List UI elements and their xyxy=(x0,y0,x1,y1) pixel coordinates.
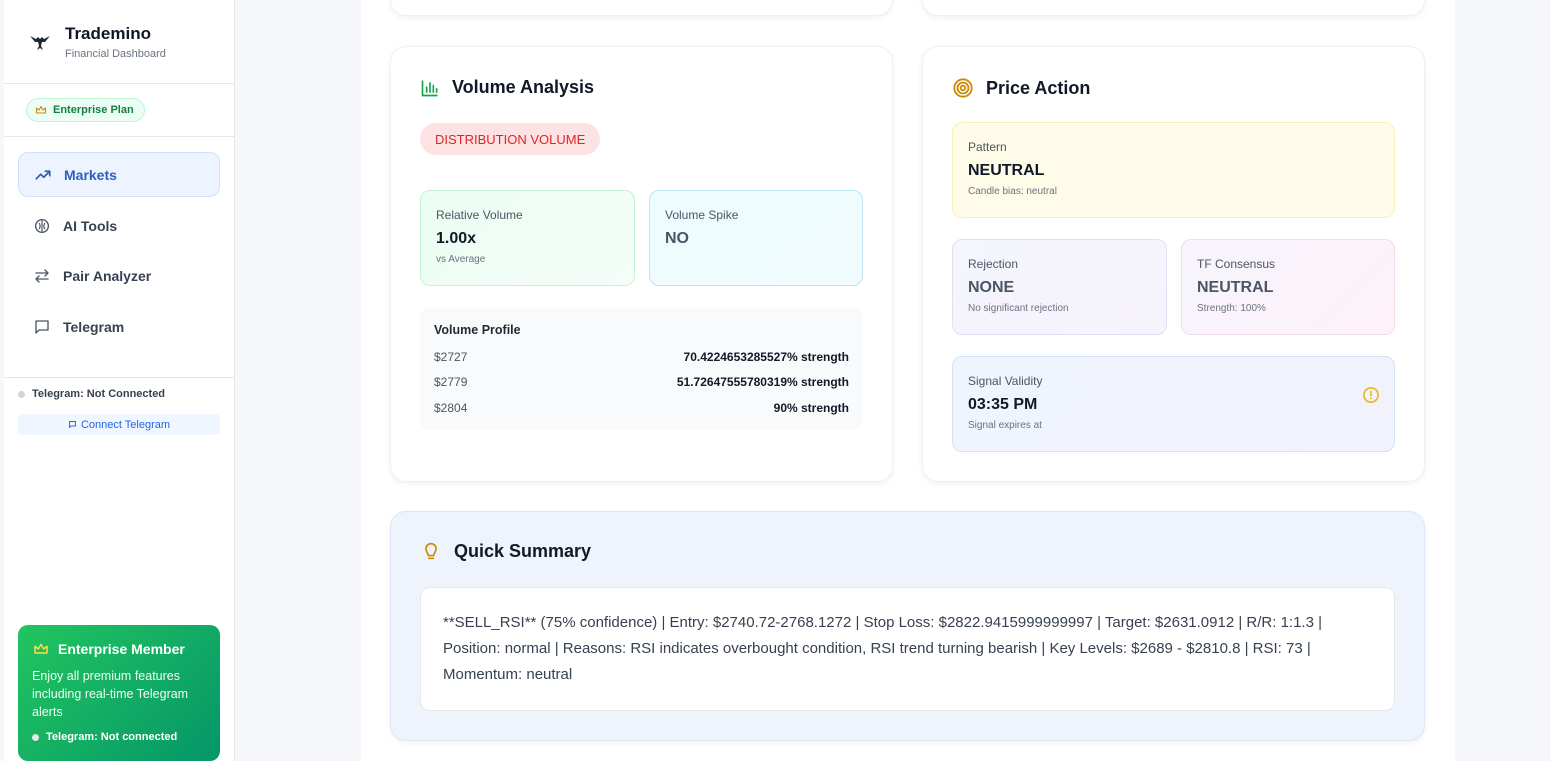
card-title: Volume Analysis xyxy=(420,77,594,98)
metric-label: Rejection xyxy=(968,257,1019,271)
app-subtitle: Financial Dashboard xyxy=(65,48,166,60)
list-item: $2727 70.4224653285527% strength xyxy=(434,344,849,370)
sidebar-item-markets[interactable]: Markets xyxy=(18,152,220,197)
sidebar-item-label: Markets xyxy=(64,166,117,183)
divider xyxy=(4,83,235,84)
profile-strength: 51.72647555780319% strength xyxy=(676,375,849,390)
metric-value: 03:35 PM xyxy=(968,396,1038,413)
profile-strength: 90% strength xyxy=(773,400,849,415)
status-dot xyxy=(32,733,39,741)
member-card-title: Enterprise Member xyxy=(58,641,185,657)
price-action-card: Price Action Pattern NEUTRAL Candle bias… xyxy=(922,46,1425,482)
volume-spike-metric: Volume Spike NO xyxy=(649,190,863,286)
quick-summary-card: Quick Summary **SELL_RSI** (75% confiden… xyxy=(390,511,1425,741)
app-name: Trademino xyxy=(65,24,151,43)
metric-value: NEUTRAL xyxy=(1197,279,1274,296)
volume-profile-title: Volume Profile xyxy=(434,323,521,337)
lightbulb-icon xyxy=(425,542,437,560)
volume-profile: Volume Profile $2727 70.4224653285527% s… xyxy=(420,308,863,430)
sidebar-item-pair-analyzer[interactable]: Pair Analyzer xyxy=(18,253,220,298)
divider xyxy=(4,136,235,137)
volume-analysis-card: Volume Analysis DISTRIBUTION VOLUME Rela… xyxy=(390,46,893,482)
sidebar-item-telegram[interactable]: Telegram xyxy=(18,304,220,349)
quick-summary-title: Quick Summary xyxy=(454,540,592,561)
message-square-icon xyxy=(35,319,49,334)
crown-icon xyxy=(34,643,48,654)
signal-validity-metric: Signal Validity 03:35 PM Signal expires … xyxy=(952,356,1395,452)
metric-value: NONE xyxy=(968,279,1015,296)
summary-text: **SELL_RSI** (75% confidence) | Entry: $… xyxy=(420,587,1395,711)
metric-label: Pattern xyxy=(968,140,1007,154)
sidebar-item-label: AI Tools xyxy=(63,217,118,234)
sidebar-item-label: Pair Analyzer xyxy=(63,267,152,284)
profile-price: $2727 xyxy=(434,349,468,364)
metric-label: Volume Spike xyxy=(665,208,739,222)
rejection-metric: Rejection NONE No significant rejection xyxy=(952,239,1167,335)
metric-sub: Candle bias: neutral xyxy=(968,186,1057,197)
profile-price: $2779 xyxy=(434,375,468,390)
trending-up-icon xyxy=(35,169,51,180)
telegram-status-text: Telegram: Not Connected xyxy=(32,388,166,400)
member-card-status: Telegram: Not connected xyxy=(46,731,178,743)
partial-card xyxy=(922,0,1425,16)
plan-badge-label: Enterprise Plan xyxy=(53,104,134,116)
target-icon xyxy=(953,78,973,98)
volume-analysis-title: Volume Analysis xyxy=(452,77,595,97)
plan-badge: Enterprise Plan xyxy=(26,98,145,122)
metric-label: Signal Validity xyxy=(968,374,1043,388)
partial-card xyxy=(390,0,893,16)
message-square-icon xyxy=(68,421,76,428)
metric-sub: Strength: 100% xyxy=(1197,303,1266,314)
pattern-metric: Pattern NEUTRAL Candle bias: neutral xyxy=(952,122,1395,218)
metric-sub: Signal expires at xyxy=(968,420,1042,431)
crown-icon xyxy=(35,105,47,114)
tf-consensus-metric: TF Consensus NEUTRAL Strength: 100% xyxy=(1181,239,1395,335)
connect-telegram-label: Connect Telegram xyxy=(80,418,171,431)
arrows-swap-icon xyxy=(35,268,49,283)
sidebar-item-ai-tools[interactable]: AI Tools xyxy=(18,203,220,248)
profile-price: $2804 xyxy=(434,400,468,415)
metric-sub: No significant rejection xyxy=(968,303,1069,314)
divider xyxy=(4,377,235,378)
card-title: Quick Summary xyxy=(420,540,591,562)
brain-icon xyxy=(34,218,50,233)
profile-strength: 70.4224653285527% strength xyxy=(683,349,849,364)
member-card-description: Enjoy all premium features including rea… xyxy=(32,669,189,719)
card-title: Price Action xyxy=(952,77,1090,99)
volume-type-badge: DISTRIBUTION VOLUME xyxy=(420,123,601,155)
alert-circle-icon xyxy=(1363,387,1379,403)
price-action-title: Price Action xyxy=(986,77,1091,98)
list-item: $2779 51.72647555780319% strength xyxy=(434,370,849,396)
metric-value: 1.00x xyxy=(436,230,477,247)
metric-label: TF Consensus xyxy=(1197,257,1276,271)
metric-label: Relative Volume xyxy=(436,208,523,222)
list-item: $2804 90% strength xyxy=(434,395,849,421)
metric-sub: vs Average xyxy=(436,254,486,265)
metric-value: NO xyxy=(665,230,689,247)
sidebar: Trademino Financial Dashboard Enterprise… xyxy=(4,0,235,761)
metric-value: NEUTRAL xyxy=(968,162,1045,179)
telegram-status: Telegram: Not Connected xyxy=(18,388,165,400)
status-dot xyxy=(18,390,25,398)
eagle-logo-icon xyxy=(30,36,50,50)
bar-chart-icon xyxy=(421,80,438,96)
brand[interactable]: Trademino Financial Dashboard xyxy=(28,22,166,62)
sidebar-item-label: Telegram xyxy=(63,318,125,335)
connect-telegram-button[interactable]: Connect Telegram xyxy=(18,414,220,435)
relative-volume-metric: Relative Volume 1.00x vs Average xyxy=(420,190,635,286)
enterprise-member-card: Enterprise Member Enjoy all premium feat… xyxy=(18,625,220,761)
